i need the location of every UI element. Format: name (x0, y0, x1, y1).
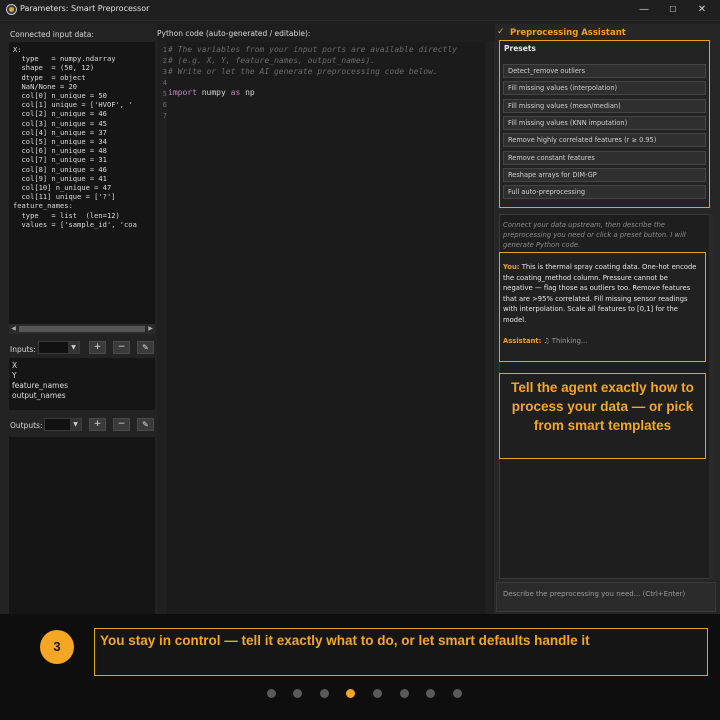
outputs-combo[interactable]: ▼ (44, 418, 82, 431)
add-output-button[interactable]: + (89, 418, 106, 431)
preset-knn-button[interactable]: Fill missing values (KNN imputation) (503, 116, 706, 130)
remove-output-button[interactable]: − (113, 418, 130, 431)
list-item[interactable]: Y (12, 371, 17, 380)
code-keyword: as (230, 88, 241, 97)
list-item[interactable]: output_names (12, 391, 66, 400)
line-number: 5 (162, 90, 167, 98)
presets-label: Presets (504, 44, 536, 53)
preset-remove-constant-button[interactable]: Remove constant features (503, 151, 706, 165)
pagination-dot[interactable] (293, 689, 302, 698)
preset-reshape-button[interactable]: Reshape arrays for DIM-GP (503, 168, 706, 182)
app-icon (6, 4, 17, 15)
line-number: 3 (162, 68, 167, 76)
scroll-right-icon[interactable]: ▶ (146, 324, 155, 334)
horizontal-scrollbar[interactable]: ◀ ▶ (9, 324, 155, 334)
outputs-label: Outputs: (10, 421, 43, 430)
code-identifier: numpy (196, 88, 231, 97)
callout-text: Tell the agent exactly how to process yo… (511, 380, 694, 433)
code-scrollbar[interactable] (485, 42, 494, 614)
assistant-message: Assistant: ♫ Thinking... (503, 337, 587, 345)
assistant-message-text: ♫ Thinking... (541, 337, 588, 345)
connected-data-text: X: type = numpy.ndarray shape = (50, 12)… (13, 45, 137, 229)
code-line: import numpy as np (168, 88, 255, 97)
inputs-combo[interactable]: ▼ (38, 341, 80, 354)
code-line: # (e.g. X, Y, feature_names, output_name… (168, 56, 376, 65)
pagination-dot[interactable] (400, 689, 409, 698)
window-title: Parameters: Smart Preprocessor (20, 4, 150, 13)
code-line: # The variables from your input ports ar… (168, 45, 457, 54)
scrollbar-thumb[interactable] (19, 326, 145, 332)
edit-output-button[interactable]: ✎ (137, 418, 154, 431)
line-number: 2 (162, 57, 167, 65)
prompt-input-placeholder: Describe the preprocessing you need... (… (503, 590, 686, 598)
code-editor[interactable] (157, 42, 495, 614)
preset-remove-correlated-button[interactable]: Remove highly correlated features (r ≥ 0… (503, 133, 706, 147)
user-label: You: (503, 263, 520, 271)
line-number: 7 (162, 112, 167, 120)
pagination-dot[interactable] (453, 689, 462, 698)
pagination-dot[interactable] (320, 689, 329, 698)
line-number-gutter (157, 42, 167, 614)
connected-data-label: Connected input data: (10, 30, 94, 39)
user-message-text: This is thermal spray coating data. One-… (503, 263, 697, 324)
chat-scrollbar[interactable] (709, 214, 713, 579)
line-number: 6 (162, 101, 167, 109)
code-keyword: import (168, 88, 197, 97)
pagination-dot[interactable] (373, 689, 382, 698)
inputs-label: Inputs: (10, 345, 36, 354)
list-item[interactable]: feature_names (12, 381, 68, 390)
edit-input-button[interactable]: ✎ (137, 341, 154, 354)
remove-input-button[interactable]: − (113, 341, 130, 354)
code-line: # Write or let the AI generate preproces… (168, 67, 438, 76)
line-number: 1 (162, 46, 167, 54)
user-message: You: This is thermal spray coating data.… (503, 262, 699, 325)
assistant-title: Preprocessing Assistant (510, 28, 626, 38)
chat-hint: Connect your data upstream, then describ… (503, 221, 686, 249)
step-caption: You stay in control — tell it exactly wh… (100, 633, 590, 648)
preset-mean-median-button[interactable]: Fill missing values (mean/median) (503, 99, 706, 113)
minimize-button[interactable]: — (634, 3, 654, 17)
scroll-left-icon[interactable]: ◀ (9, 324, 18, 334)
inputs-list[interactable]: X Y feature_names output_names (9, 358, 155, 410)
code-label: Python code (auto-generated / editable): (157, 29, 311, 38)
list-item[interactable]: X (12, 361, 17, 370)
connected-data-view[interactable]: X: type = numpy.ndarray shape = (50, 12)… (9, 42, 155, 334)
outputs-list[interactable] (9, 437, 155, 614)
pagination-dot[interactable] (267, 689, 276, 698)
pagination-dot[interactable] (426, 689, 435, 698)
close-button[interactable]: ✕ (692, 3, 712, 17)
code-identifier: np (240, 88, 255, 97)
preset-interpolation-button[interactable]: Fill missing values (interpolation) (503, 81, 706, 95)
add-input-button[interactable]: + (89, 341, 106, 354)
preset-full-auto-button[interactable]: Full auto-preprocessing (503, 185, 706, 199)
chevron-down-icon: ▼ (68, 342, 79, 353)
chevron-down-icon: ▼ (70, 419, 81, 430)
line-number: 4 (162, 79, 167, 87)
step-number-badge: 3 (40, 630, 74, 664)
checkmark-icon: ✓ (497, 27, 505, 37)
assistant-label: Assistant: (503, 337, 542, 345)
pagination-dot-active[interactable] (346, 689, 355, 698)
preset-detect-outliers-button[interactable]: Detect_remove outliers (503, 64, 706, 78)
maximize-button[interactable]: ☐ (663, 3, 683, 17)
